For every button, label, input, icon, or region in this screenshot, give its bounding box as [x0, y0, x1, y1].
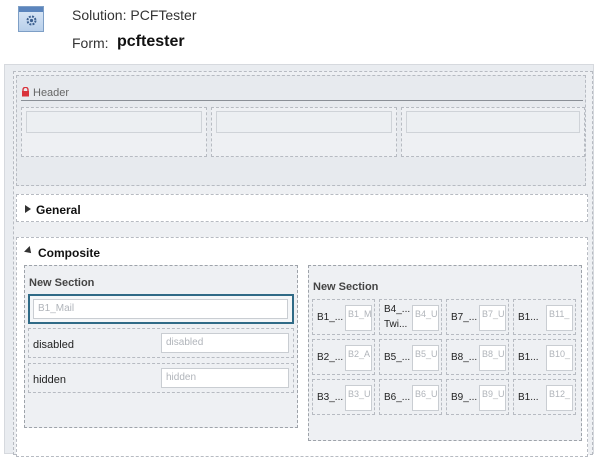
tab-general-label: General — [25, 203, 81, 217]
form-editor-topbar: Solution: PCFTester Form: pcftester — [0, 0, 594, 62]
field-input[interactable]: B11_ — [546, 305, 573, 331]
field-input[interactable]: B6_U — [412, 385, 439, 411]
grid-field[interactable]: B1... B12_ — [513, 379, 576, 415]
form-canvas: Header General Composite New Section B1_… — [4, 64, 594, 457]
field-input[interactable]: B7_U — [479, 305, 506, 331]
field-label: B2_... — [317, 352, 344, 363]
field-label: hidden — [33, 374, 67, 386]
field-input[interactable]: B2_A — [345, 345, 372, 371]
grid-field[interactable]: B4_... Twi... B4_U — [379, 299, 442, 335]
field-label: B1_... — [317, 312, 344, 323]
field-label: B1... — [518, 392, 539, 403]
tab-composite[interactable]: Composite New Section B1_Mail disabled d… — [16, 237, 588, 457]
grid-field[interactable]: B2_... B2_A — [312, 339, 375, 375]
grid-field[interactable]: B1... B10_ — [513, 339, 576, 375]
gear-window-icon — [18, 6, 44, 32]
field-input[interactable]: B10_ — [546, 345, 573, 371]
new-section-right[interactable]: New Section B1_... B1_M B4_... Twi... B4… — [308, 265, 582, 441]
grid-field[interactable]: B5_... B5_U — [379, 339, 442, 375]
grid-field[interactable]: B1_... B1_M — [312, 299, 375, 335]
triangle-down-icon[interactable] — [24, 246, 34, 256]
field-label: B9_... — [451, 392, 478, 403]
field-input[interactable]: B4_U — [412, 305, 439, 331]
field-input[interactable]: B3_U — [345, 385, 372, 411]
header-cell[interactable] — [211, 107, 397, 157]
grid-field[interactable]: B3_... B3_U — [312, 379, 375, 415]
header-cell[interactable] — [21, 107, 207, 157]
field-disabled[interactable]: disabled disabled — [28, 328, 294, 358]
header-cell[interactable] — [401, 107, 585, 157]
field-b1-mail[interactable]: B1_Mail — [28, 294, 294, 324]
field-input[interactable]: B9_U — [479, 385, 506, 411]
section-label: New Section — [313, 281, 379, 293]
form-name: pcftester — [117, 33, 185, 50]
grid-field[interactable]: B1... B11_ — [513, 299, 576, 335]
field-label: B3_... — [317, 392, 344, 403]
field-label: B4_... — [384, 304, 411, 315]
field-label: B1... — [518, 352, 539, 363]
new-section-left[interactable]: New Section B1_Mail disabled disabled hi… — [24, 265, 298, 428]
tab-general[interactable]: General — [16, 194, 588, 222]
grid-field[interactable]: B7_... B7_U — [446, 299, 509, 335]
field-label: B5_... — [384, 352, 411, 363]
field-input[interactable]: B5_U — [412, 345, 439, 371]
form-header[interactable]: Header — [16, 75, 586, 186]
grid-field[interactable]: B6_... B6_U — [379, 379, 442, 415]
grid-field[interactable]: B9_... B9_U — [446, 379, 509, 415]
header-divider — [21, 100, 583, 101]
field-label: B7_... — [451, 312, 478, 323]
field-label: B1... — [518, 312, 539, 323]
disabled-input[interactable]: disabled — [161, 333, 289, 353]
form-body: Header General Composite New Section B1_… — [13, 71, 593, 457]
header-label: Header — [21, 86, 69, 99]
field-hidden[interactable]: hidden hidden — [28, 363, 294, 393]
hidden-input[interactable]: hidden — [161, 368, 289, 388]
field-input[interactable]: B12_ — [546, 385, 573, 411]
triangle-right-icon[interactable] — [25, 205, 31, 213]
b1-mail-input[interactable]: B1_Mail — [33, 299, 288, 319]
field-label: B8_... — [451, 352, 478, 363]
field-label-continued: Twi... — [384, 319, 408, 330]
lock-icon — [21, 86, 30, 97]
tab-composite-label: Composite — [24, 246, 100, 260]
field-input[interactable]: B1_M — [345, 305, 372, 331]
field-input[interactable]: B8_U — [479, 345, 506, 371]
field-label: B6_... — [384, 392, 411, 403]
form-label: Form: — [72, 35, 109, 51]
field-label: disabled — [33, 339, 74, 351]
grid-field[interactable]: B8_... B8_U — [446, 339, 509, 375]
section-label: New Section — [29, 277, 95, 289]
solution-title: Solution: PCFTester — [72, 7, 197, 23]
